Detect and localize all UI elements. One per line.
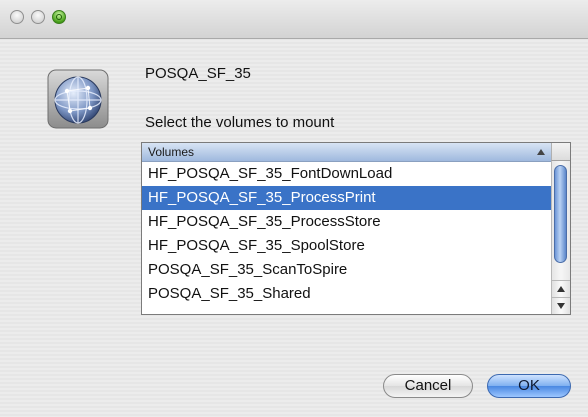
scroll-up-button[interactable] bbox=[552, 280, 570, 297]
volumes-list[interactable]: Volumes HF_POSQA_SF_35_FontDownLoad HF_P… bbox=[141, 142, 571, 315]
instruction-label: Select the volumes to mount bbox=[145, 114, 335, 131]
volume-row[interactable]: HF_POSQA_SF_35_ProcessStore bbox=[142, 210, 551, 234]
server-name: POSQA_SF_35 bbox=[145, 65, 251, 82]
minimize-window-icon[interactable] bbox=[31, 10, 45, 24]
title-bar bbox=[0, 0, 588, 39]
vertical-scrollbar[interactable] bbox=[551, 161, 570, 314]
mount-volumes-dialog: POSQA_SF_35 Select the volumes to mount … bbox=[0, 0, 588, 417]
scrollbar-thumb[interactable] bbox=[554, 165, 567, 263]
arrow-down-icon bbox=[557, 303, 565, 309]
close-window-icon[interactable] bbox=[10, 10, 24, 24]
cancel-button[interactable]: Cancel bbox=[383, 374, 473, 398]
column-header-label: Volumes bbox=[148, 145, 195, 159]
volumes-column-header[interactable]: Volumes bbox=[142, 143, 551, 162]
scroll-down-button[interactable] bbox=[552, 297, 570, 314]
volume-row[interactable]: HF_POSQA_SF_35_FontDownLoad bbox=[142, 162, 551, 186]
volume-row[interactable]: HF_POSQA_SF_35_SpoolStore bbox=[142, 234, 551, 258]
header-corner bbox=[551, 143, 570, 161]
volume-row[interactable]: POSQA_SF_35_ScanToSpire bbox=[142, 258, 551, 282]
sort-ascending-icon bbox=[537, 149, 545, 155]
arrow-up-icon bbox=[557, 286, 565, 292]
network-server-globe-icon bbox=[47, 69, 109, 129]
ok-button[interactable]: OK bbox=[487, 374, 571, 398]
volume-row[interactable]: POSQA_SF_35_Shared bbox=[142, 282, 551, 306]
volume-rows: HF_POSQA_SF_35_FontDownLoad HF_POSQA_SF_… bbox=[142, 162, 551, 306]
volume-row-selected[interactable]: HF_POSQA_SF_35_ProcessPrint bbox=[142, 186, 551, 210]
zoom-window-icon[interactable] bbox=[52, 10, 66, 24]
